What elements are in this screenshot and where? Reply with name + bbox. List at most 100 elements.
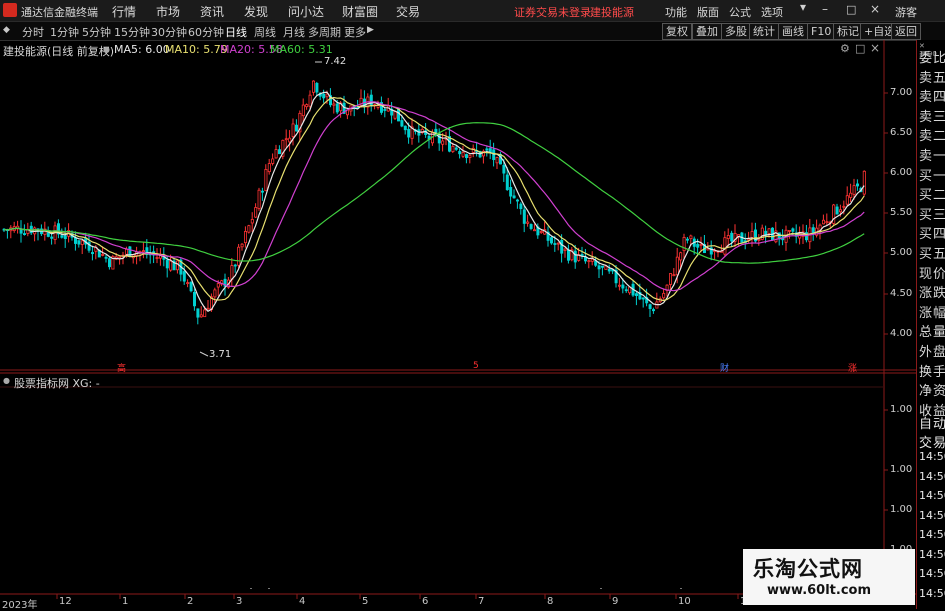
candle-body — [203, 309, 207, 318]
candle-body — [196, 308, 200, 318]
event-marker[interactable]: 5 — [473, 361, 479, 371]
candle-body — [118, 256, 122, 259]
panel-item[interactable]: 净资 — [919, 380, 945, 399]
candle-body — [257, 189, 261, 209]
panel-time: 14:50 — [919, 586, 945, 600]
kline-chart[interactable] — [0, 0, 945, 609]
candle-body — [675, 256, 679, 276]
x-axis-label: 2 — [187, 596, 194, 607]
candle-body — [686, 238, 690, 241]
panel-item[interactable]: 自动 — [919, 413, 945, 432]
x-axis-label: 1 — [122, 596, 129, 607]
candle-body — [618, 284, 622, 287]
candle-body — [567, 249, 571, 261]
candle-body — [247, 225, 251, 233]
low-price-label: 3.71 — [209, 349, 232, 360]
candle-body — [284, 138, 288, 141]
event-marker[interactable]: 财 — [720, 361, 729, 374]
candle-body — [526, 221, 530, 224]
candle-body — [522, 209, 526, 224]
candle-body — [189, 281, 193, 292]
candle-body — [77, 240, 81, 245]
candle-body — [267, 163, 271, 173]
candle-body — [601, 265, 605, 268]
candle-body — [624, 289, 628, 292]
event-marker[interactable]: 涨 — [848, 361, 857, 374]
moving-average-line — [3, 96, 865, 302]
price-tick: 7.00 — [890, 87, 913, 98]
candle-body — [852, 185, 856, 195]
panel-item[interactable]: 买五 — [919, 243, 945, 262]
candle-body — [393, 111, 397, 119]
candle-body — [233, 264, 237, 267]
candle-body — [311, 80, 315, 93]
candle-body — [376, 105, 380, 108]
candle-body — [509, 186, 513, 197]
event-marker[interactable]: 高 — [117, 361, 126, 374]
panel-time: 14:50 — [919, 508, 945, 522]
candle-body — [108, 258, 112, 268]
panel-item[interactable]: 卖一 — [919, 145, 945, 164]
candle-body — [461, 151, 465, 157]
panel-item[interactable]: 外盘 — [919, 341, 945, 360]
panel-item[interactable]: 换手 — [919, 361, 945, 380]
candle-body — [125, 248, 129, 255]
x-axis-label: 9 — [612, 596, 619, 607]
candle-body — [811, 227, 815, 234]
candle-body — [230, 265, 234, 280]
candle-body — [169, 260, 173, 271]
candle-body — [563, 248, 567, 251]
candle-body — [648, 304, 652, 309]
candle-body — [254, 207, 258, 218]
price-tick: 4.50 — [890, 288, 913, 299]
candle-body — [723, 237, 727, 255]
panel-item[interactable]: 现价 — [919, 263, 945, 282]
panel-item[interactable]: 卖五 — [919, 67, 945, 86]
candle-body — [441, 140, 445, 145]
panel-item[interactable]: 买四 — [919, 223, 945, 242]
candle-body — [529, 224, 533, 229]
candle-body — [274, 149, 278, 159]
candle-body — [141, 250, 145, 253]
candle-body — [468, 154, 472, 158]
panel-item[interactable]: 卖四 — [919, 86, 945, 105]
candle-body — [277, 149, 281, 155]
candle-body — [332, 103, 336, 106]
x-axis-label: 8 — [547, 596, 554, 607]
candle-body — [495, 157, 499, 164]
panel-item[interactable]: 涨跌 — [919, 282, 945, 301]
panel-item[interactable]: 卖三 — [919, 106, 945, 125]
watermark-title: 乐淘公式网 — [753, 557, 863, 581]
indicator-settings-icon[interactable]: ● — [3, 376, 10, 385]
candle-body — [839, 209, 843, 213]
candle-body — [597, 265, 601, 270]
panel-item[interactable]: 委比 — [919, 47, 945, 66]
candle-body — [689, 235, 693, 240]
panel-item[interactable]: 总量 — [919, 321, 945, 340]
panel-item[interactable]: 交易 — [919, 432, 945, 451]
panel-item[interactable]: 买二 — [919, 184, 945, 203]
candle-body — [454, 147, 458, 150]
candle-body — [294, 124, 298, 132]
x-axis-label: 7 — [478, 596, 485, 607]
candle-body — [862, 170, 866, 195]
candle-body — [50, 236, 54, 239]
panel-item[interactable]: 涨幅 — [919, 302, 945, 321]
panel-item[interactable]: 卖二 — [919, 125, 945, 144]
candle-body — [849, 192, 853, 198]
indicator-tick: 1.00 — [890, 404, 913, 415]
candle-body — [822, 219, 826, 225]
panel-item[interactable]: 买三 — [919, 204, 945, 223]
panel-item[interactable]: 买一 — [919, 165, 945, 184]
candle-body — [101, 254, 105, 256]
candle-body — [155, 257, 159, 259]
panel-time: 14:50 — [919, 489, 945, 502]
watermark-url: www.60lt.com — [767, 583, 872, 598]
candle-body — [835, 206, 839, 215]
candle-body — [213, 289, 217, 298]
candle-body — [315, 82, 319, 93]
candle-body — [502, 164, 506, 174]
indicator-tick: 1.00 — [890, 464, 913, 475]
x-axis-label: 6 — [422, 596, 429, 607]
candle-body — [726, 235, 730, 239]
